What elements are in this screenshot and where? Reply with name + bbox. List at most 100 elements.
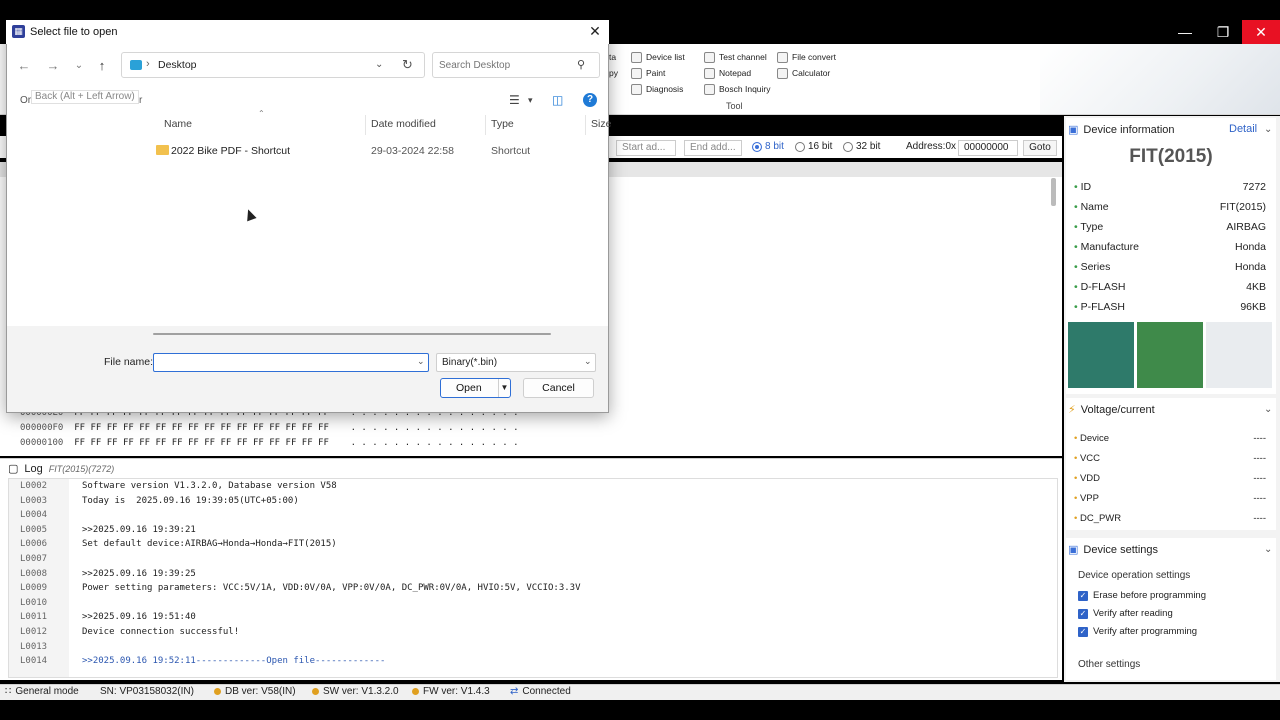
chevron-down-icon[interactable]: ⌄ (1264, 404, 1272, 415)
column-size[interactable]: Size (591, 118, 611, 130)
preview-pane-icon[interactable]: ◫ (552, 93, 563, 107)
radio-16bit[interactable]: 16 bit (795, 141, 832, 152)
chevron-down-icon[interactable]: ▾ (528, 95, 533, 106)
device-field: Name FIT(2015) (1074, 201, 1266, 213)
breadcrumb-separator-icon: › (146, 58, 150, 70)
log-header: ▢ Log FIT(2015)(7272) (8, 462, 114, 476)
erase-before-programming-checkbox[interactable]: ✓ Erase before programming (1078, 590, 1206, 601)
ribbon-test-channel[interactable]: Test channel (704, 50, 767, 64)
address-input[interactable]: 00000000 (958, 140, 1018, 156)
log-line-number: L0012 (20, 627, 48, 637)
test-channel-icon (704, 51, 715, 63)
verify-after-reading-checkbox[interactable]: ✓ Verify after reading (1078, 608, 1173, 619)
mode-status: ∷ General mode (5, 686, 79, 697)
ribbon-calculator[interactable]: Calculator (777, 66, 830, 80)
device-photo-1[interactable] (1068, 322, 1134, 388)
window-close-icon[interactable]: ✕ (1242, 20, 1280, 44)
recent-dropdown-icon[interactable]: ⌄ (71, 58, 87, 74)
voltage-field-value: ---- (1253, 473, 1266, 484)
log-title: Log (24, 462, 43, 475)
voltage-field-key: VDD (1074, 473, 1100, 484)
help-icon[interactable]: ? (583, 93, 597, 107)
log-line-text: >>2025.09.16 19:51:40 (82, 612, 196, 623)
end-address-input[interactable]: End add... (684, 140, 742, 156)
log-line-number: L0008 (20, 568, 48, 579)
fw-status: FW ver: V1.4.3 (412, 686, 490, 697)
log-line-number: L0003 (20, 495, 48, 506)
log-line-number: L0011 (20, 612, 48, 623)
column-type[interactable]: Type (491, 118, 514, 130)
device-field: Type AIRBAG (1074, 221, 1266, 233)
device-photo-2[interactable] (1137, 322, 1203, 388)
device-field-value: Honda (1235, 241, 1266, 253)
back-arrow-icon[interactable]: ← (16, 58, 32, 74)
hex-row: 000000F0 FF FF FF FF FF FF FF FF FF FF F… (20, 423, 519, 433)
log-icon: ▢ (8, 463, 19, 475)
link-icon: ⇄ (510, 686, 519, 697)
app-icon: ▦ (12, 25, 25, 38)
voltage-field-key: VPP (1074, 493, 1099, 504)
folder-shortcut-icon (156, 145, 169, 155)
column-divider[interactable] (365, 115, 366, 135)
horizontal-scrollbar[interactable] (153, 333, 551, 335)
radio-32bit[interactable]: 32 bit (843, 141, 880, 152)
restore-icon[interactable]: ❐ (1204, 20, 1242, 44)
radio-8bit[interactable]: 8 bit (752, 141, 784, 152)
device-field-value: FIT(2015) (1219, 201, 1266, 213)
forward-arrow-icon[interactable]: → (45, 58, 61, 74)
status-dot-icon (312, 688, 319, 695)
start-address-input[interactable]: Start ad... (616, 140, 676, 156)
db-status: DB ver: V58(IN) (214, 686, 296, 697)
organize-menu[interactable]: Or (20, 95, 31, 106)
ribbon-bosch-inquiry[interactable]: Bosch Inquiry (704, 82, 771, 96)
chevron-down-icon[interactable]: ⌄ (584, 356, 592, 367)
device-field-key: Type (1074, 221, 1103, 233)
back-tooltip: Back (Alt + Left Arrow) (31, 90, 139, 104)
address-label: Address:0x (906, 141, 957, 152)
cancel-button[interactable]: Cancel (523, 378, 594, 398)
column-divider[interactable] (485, 115, 486, 135)
detail-link[interactable]: Detail (1229, 123, 1257, 135)
ribbon-paint[interactable]: Paint (631, 66, 665, 80)
view-options-icon[interactable]: ☰ (509, 93, 520, 107)
bolt-icon: ⚡ (1068, 404, 1076, 416)
new-folder-partial[interactable]: r (139, 95, 142, 106)
log-line-text: >>2025.09.16 19:52:11-------------Open f… (82, 656, 386, 667)
device-photo-3[interactable] (1206, 322, 1272, 388)
settings-header: ▣ Device settings (1068, 543, 1158, 557)
device-field-key: Manufacture (1074, 241, 1139, 253)
grid-icon: ∷ (5, 686, 12, 697)
file-name[interactable]: 2022 Bike PDF - Shortcut (171, 145, 290, 157)
up-arrow-icon[interactable]: ↑ (94, 58, 110, 74)
refresh-icon[interactable]: ↻ (402, 57, 413, 73)
ribbon-partial-1: ta (609, 52, 617, 62)
minimize-icon[interactable]: — (1166, 20, 1204, 44)
column-name[interactable]: Name (164, 118, 192, 130)
open-dropdown-icon[interactable]: ▼ (498, 379, 510, 397)
notepad-icon (704, 67, 715, 79)
file-type-select[interactable]: Binary(*.bin) (436, 353, 596, 372)
goto-button[interactable]: Goto (1023, 140, 1057, 156)
sw-status: SW ver: V1.3.2.0 (312, 686, 399, 697)
chevron-down-icon[interactable]: ⌄ (417, 356, 425, 367)
open-button-label[interactable]: Open (456, 382, 482, 394)
bosch-inquiry-icon (704, 83, 715, 95)
column-date-modified[interactable]: Date modified (371, 118, 436, 130)
breadcrumb-desktop[interactable]: Desktop (158, 59, 197, 71)
chevron-down-icon[interactable]: ⌄ (1264, 544, 1272, 555)
chevron-down-icon[interactable]: ⌄ (375, 59, 383, 70)
ribbon-notepad[interactable]: Notepad (704, 66, 751, 80)
ribbon-file-convert[interactable]: File convert (777, 50, 836, 64)
column-divider[interactable] (585, 115, 586, 135)
hex-scrollbar[interactable] (1051, 178, 1056, 206)
file-name-input[interactable] (153, 353, 429, 372)
address-bar[interactable]: › Desktop ⌄ ↻ (121, 52, 425, 78)
search-input[interactable] (432, 52, 600, 78)
ribbon-diagnosis[interactable]: Diagnosis (631, 82, 683, 96)
calculator-icon (777, 67, 788, 79)
chevron-down-icon[interactable]: ⌄ (1264, 124, 1272, 135)
voltage-header: ⚡ Voltage/current (1068, 403, 1155, 417)
verify-after-programming-checkbox[interactable]: ✓ Verify after programming (1078, 626, 1197, 637)
dialog-close-icon[interactable]: ✕ (588, 24, 602, 38)
ribbon-device-list[interactable]: Device list (631, 50, 685, 64)
